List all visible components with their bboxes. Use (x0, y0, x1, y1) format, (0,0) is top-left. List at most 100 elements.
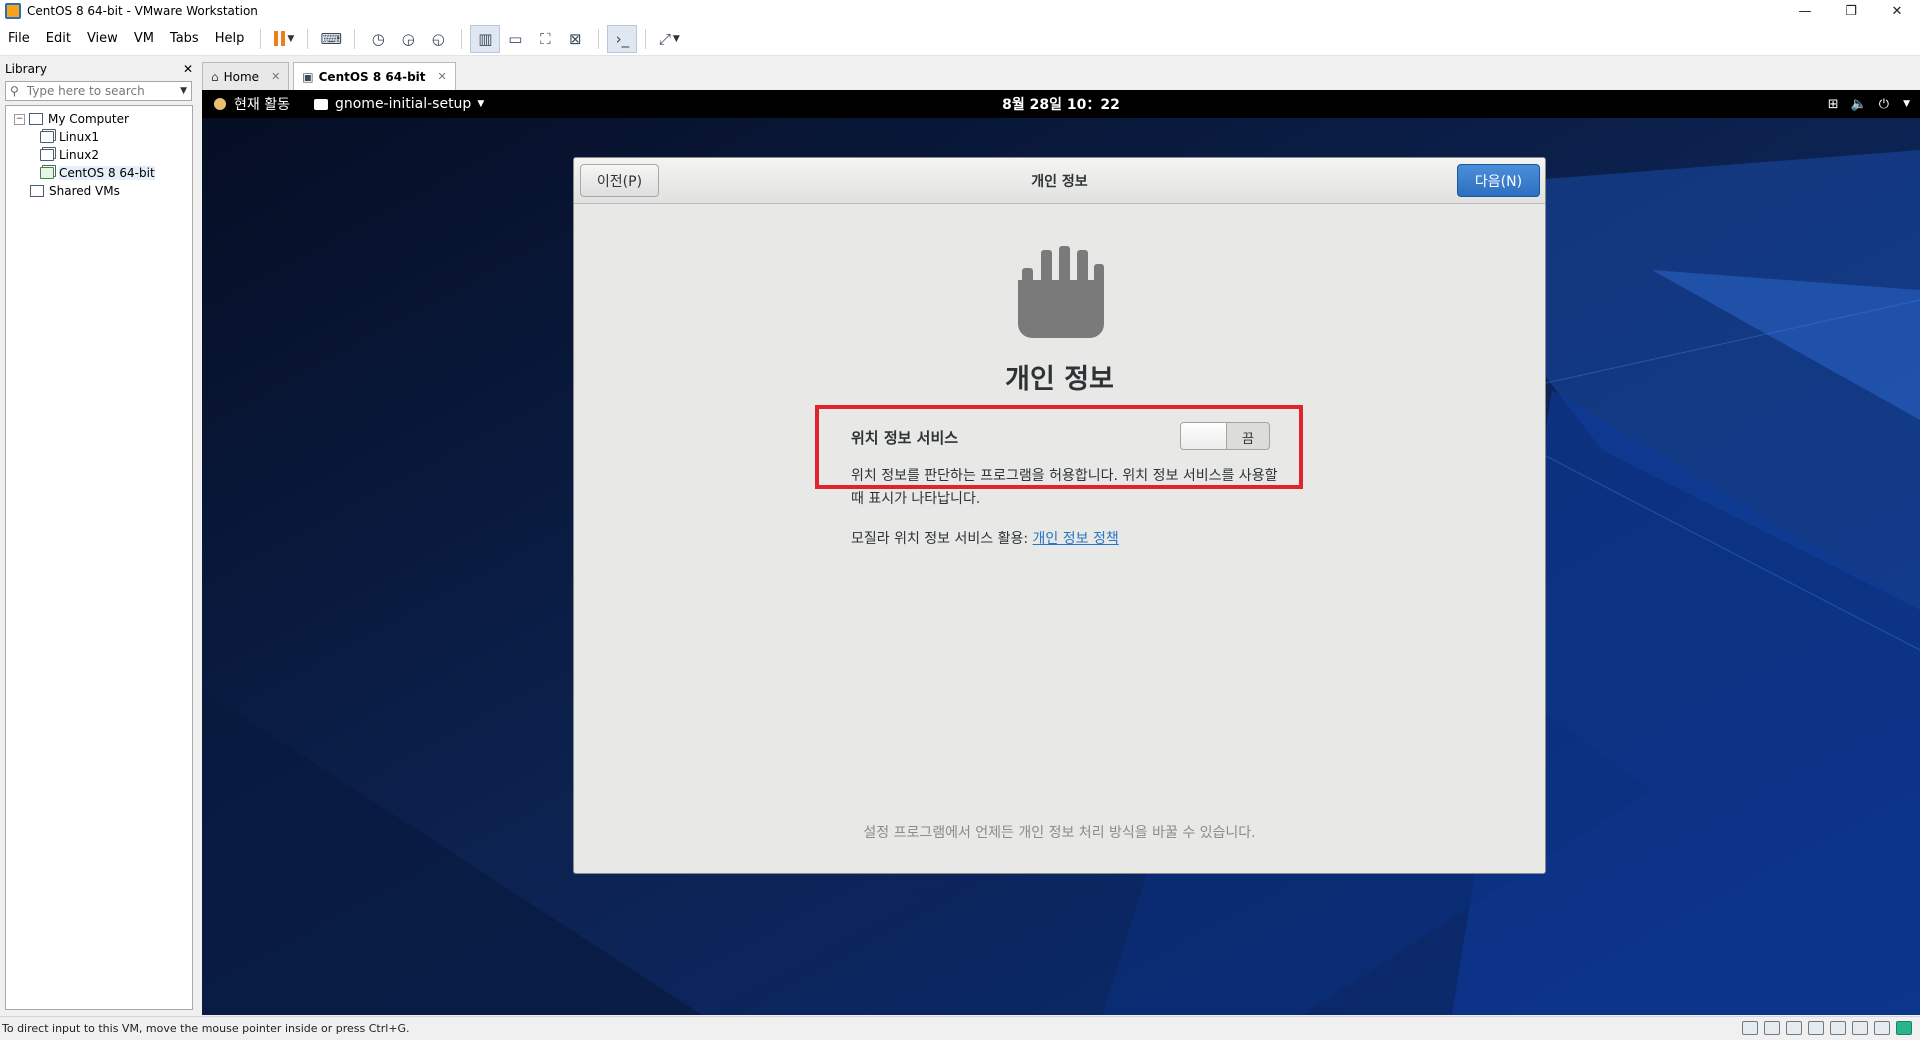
snapshot-manager-icon: ◵ (431, 29, 445, 48)
stretch-icon: ⤢ (658, 29, 671, 48)
window-title: CentOS 8 64-bit - VMware Workstation (27, 4, 258, 18)
vm-icon (40, 149, 54, 161)
revert-snapshot-button[interactable]: ◶ (393, 25, 423, 53)
page-title: 개인 정보 (1005, 364, 1114, 395)
pause-vm-button[interactable]: ▼ (269, 25, 299, 53)
unity-button[interactable]: ⊠ (560, 25, 590, 53)
toolbar-divider (354, 28, 356, 49)
system-tray[interactable]: ⊞ 🔈 ⏻ ▼ (1828, 90, 1910, 118)
vm-icon (40, 131, 54, 143)
console-icon: ›_ (615, 29, 630, 48)
home-icon: ⌂ (211, 69, 219, 84)
window-controls: — ❐ ✕ (1782, 0, 1920, 22)
send-ctrl-alt-del-button[interactable]: ⌨ (316, 25, 346, 53)
message-log-icon[interactable] (1896, 1021, 1912, 1035)
chevron-down-icon: ▼ (1903, 99, 1910, 109)
tree-item-centos8[interactable]: CentOS 8 64-bit (6, 164, 192, 182)
show-library-button[interactable]: ▥ (470, 24, 501, 53)
network-icon: ⊞ (1827, 96, 1839, 112)
dialog-header: 이전(P) 개인 정보 다음(N) (574, 158, 1545, 204)
library-panel-icon: ▥ (478, 29, 493, 48)
tree-item-linux2[interactable]: Linux2 (6, 146, 192, 164)
menu-vm[interactable]: VM (126, 27, 162, 51)
privacy-hand-icon (1018, 246, 1104, 338)
snapshot-clock-icon: ◷ (371, 29, 385, 48)
volume-icon: 🔈 (1850, 96, 1867, 112)
tree-item-my-computer[interactable]: − My Computer (6, 110, 192, 128)
tab-centos8[interactable]: ▣ CentOS 8 64-bit ✕ (293, 62, 456, 90)
menu-view[interactable]: View (79, 27, 126, 51)
device-icons (1742, 1021, 1912, 1035)
vm-console[interactable]: 현재 활동 gnome-initial-setup ▼ 8월 28일 10：22… (202, 90, 1920, 1015)
vm-tab-strip: ⌂ Home ✕ ▣ CentOS 8 64-bit ✕ (202, 60, 1920, 90)
printer-icon[interactable] (1808, 1021, 1824, 1035)
take-snapshot-button[interactable]: ◷ (363, 25, 393, 53)
toolbar-divider (307, 28, 309, 49)
chevron-down-icon: ▼ (477, 99, 485, 109)
status-message: To direct input to this VM, move the mou… (2, 1022, 410, 1035)
chevron-down-icon[interactable]: ▼ (180, 86, 187, 96)
toolbar-divider (260, 28, 262, 49)
privacy-setup-dialog: 이전(P) 개인 정보 다음(N) 개인 정보 위치 정보 서비스 끔 위치 정… (573, 157, 1546, 874)
menu-edit[interactable]: Edit (38, 27, 79, 51)
unity-icon: ⊠ (569, 29, 582, 48)
library-header: Library ✕ (0, 57, 198, 81)
restore-button[interactable]: ❐ (1828, 0, 1874, 22)
activities-icon (214, 98, 226, 110)
library-search-input[interactable]: ⚲ Type here to search ▼ (5, 81, 192, 101)
display-icon[interactable] (1874, 1021, 1890, 1035)
policy-prefix: 모질라 위치 정보 서비스 활용: (851, 531, 1033, 547)
next-button[interactable]: 다음(N) (1457, 164, 1540, 197)
thumbnail-bar-icon: ▭ (508, 29, 523, 48)
power-icon: ⏻ (1878, 96, 1890, 112)
full-screen-button[interactable]: ⛶ (530, 25, 560, 53)
dialog-header-title: 개인 정보 (1031, 174, 1088, 190)
highlight-box (815, 405, 1303, 489)
gnome-top-bar: 현재 활동 gnome-initial-setup ▼ 8월 28일 10：22… (202, 90, 1920, 118)
pause-icon (274, 31, 286, 46)
settings-footer-note: 설정 프로그램에서 언제든 개인 정보 처리 방식을 바꿀 수 있습니다. (863, 825, 1256, 841)
window-titlebar: CentOS 8 64-bit - VMware Workstation — ❐… (0, 0, 1920, 22)
window-icon (313, 98, 328, 110)
cd-dvd-icon[interactable] (1764, 1021, 1780, 1035)
tab-home[interactable]: ⌂ Home ✕ (202, 62, 290, 90)
minimize-button[interactable]: — (1782, 0, 1828, 22)
menu-help[interactable]: Help (207, 27, 253, 51)
running-vm-icon (40, 167, 54, 179)
privacy-policy-link[interactable]: 개인 정보 정책 (1033, 531, 1119, 547)
show-thumbnail-bar-button[interactable]: ▭ (500, 25, 530, 53)
menu-file[interactable]: File (0, 27, 38, 51)
app-menu-button[interactable]: gnome-initial-setup ▼ (313, 96, 485, 112)
tree-item-shared-vms[interactable]: Shared VMs (6, 182, 192, 200)
stretch-guest-button[interactable]: ⤢ ▼ (654, 25, 684, 53)
shared-vms-icon (30, 185, 44, 197)
status-bar: To direct input to this VM, move the mou… (0, 1016, 1920, 1040)
tab-close-icon[interactable]: ✕ (438, 70, 447, 83)
snapshot-manager-button[interactable]: ◵ (423, 25, 453, 53)
library-tree: − My Computer Linux1 Linux2 CentOS 8 64-… (5, 105, 193, 1010)
usb-icon[interactable] (1852, 1021, 1868, 1035)
network-adapter-icon[interactable] (1786, 1021, 1802, 1035)
toolbar-divider (645, 28, 647, 49)
search-icon: ⚲ (10, 84, 19, 98)
vmware-app-icon (5, 3, 21, 19)
tab-close-icon[interactable]: ✕ (271, 70, 280, 83)
close-button[interactable]: ✕ (1874, 0, 1920, 22)
tree-item-linux1[interactable]: Linux1 (6, 128, 192, 146)
hard-disk-icon[interactable] (1742, 1021, 1758, 1035)
mozilla-policy-line: 모질라 위치 정보 서비스 활용: 개인 정보 정책 (851, 528, 1119, 548)
library-close-icon[interactable]: ✕ (183, 62, 193, 76)
collapse-icon[interactable]: − (14, 113, 25, 125)
vm-running-icon: ▣ (302, 69, 314, 84)
activities-button[interactable]: 현재 활동 (214, 94, 290, 114)
menu-toolbar: File Edit View VM Tabs Help ▼ ⌨ ◷ ◶ ◵ ▥ … (0, 22, 1920, 56)
toolbar-divider (461, 28, 463, 49)
computer-icon (29, 113, 43, 125)
full-screen-icon: ⛶ (540, 29, 551, 48)
menu-tabs[interactable]: Tabs (162, 27, 207, 51)
library-title: Library (5, 62, 47, 76)
keyboard-icon: ⌨ (320, 29, 343, 48)
console-view-button[interactable]: ›_ (607, 24, 638, 53)
sound-card-icon[interactable] (1830, 1021, 1846, 1035)
library-search-placeholder: Type here to search (26, 84, 145, 98)
